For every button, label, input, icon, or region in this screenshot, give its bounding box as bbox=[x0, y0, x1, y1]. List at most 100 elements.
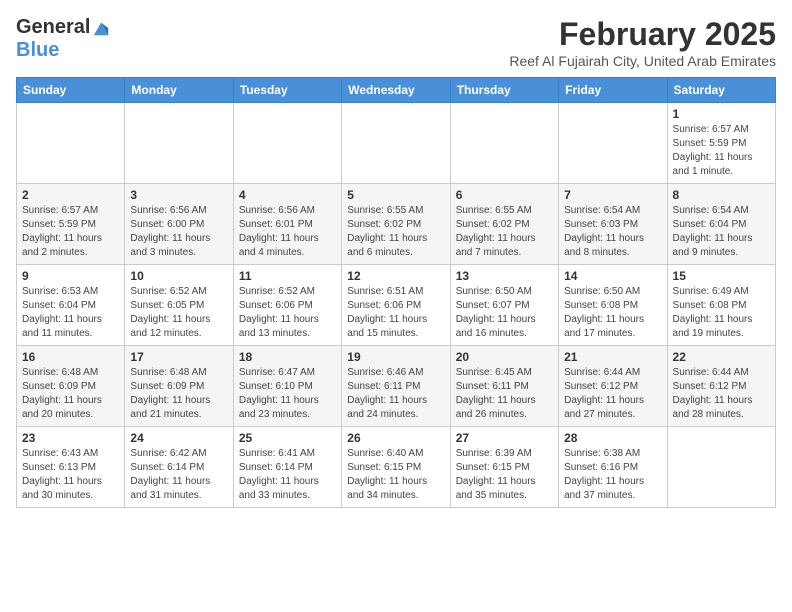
day-number: 24 bbox=[130, 431, 227, 445]
day-number: 13 bbox=[456, 269, 553, 283]
month-year: February 2025 bbox=[509, 16, 776, 53]
table-row: 20 Sunrise: 6:45 AM Sunset: 6:11 PM Dayli… bbox=[450, 346, 558, 427]
day-number: 28 bbox=[564, 431, 661, 445]
week-row-4: 16 Sunrise: 6:48 AM Sunset: 6:09 PM Dayli… bbox=[17, 346, 776, 427]
day-number: 22 bbox=[673, 350, 770, 364]
day-info: Sunrise: 6:44 AM Sunset: 6:12 PM Dayligh… bbox=[564, 366, 661, 422]
day-number: 5 bbox=[347, 188, 444, 202]
table-row: 16 Sunrise: 6:48 AM Sunset: 6:09 PM Dayli… bbox=[17, 346, 125, 427]
table-row bbox=[17, 103, 125, 184]
calendar-header-row: Sunday Monday Tuesday Wednesday Thursday… bbox=[17, 78, 776, 103]
table-row: 13 Sunrise: 6:50 AM Sunset: 6:07 PM Dayli… bbox=[450, 265, 558, 346]
day-info: Sunrise: 6:54 AM Sunset: 6:04 PM Dayligh… bbox=[673, 204, 770, 260]
day-number: 23 bbox=[22, 431, 119, 445]
table-row bbox=[125, 103, 233, 184]
table-row: 4 Sunrise: 6:56 AM Sunset: 6:01 PM Daylig… bbox=[233, 184, 341, 265]
day-info: Sunrise: 6:57 AM Sunset: 5:59 PM Dayligh… bbox=[22, 204, 119, 260]
day-number: 18 bbox=[239, 350, 336, 364]
day-number: 1 bbox=[673, 107, 770, 121]
table-row bbox=[342, 103, 450, 184]
table-row: 10 Sunrise: 6:52 AM Sunset: 6:05 PM Dayli… bbox=[125, 265, 233, 346]
table-row: 11Sunrise: 6:52 AM Sunset: 6:06 PM Dayli… bbox=[233, 265, 341, 346]
day-number: 16 bbox=[22, 350, 119, 364]
table-row: 8 Sunrise: 6:54 AM Sunset: 6:04 PM Daylig… bbox=[667, 184, 775, 265]
logo: General Blue bbox=[16, 16, 110, 62]
col-friday: Friday bbox=[559, 78, 667, 103]
day-info: Sunrise: 6:44 AM Sunset: 6:12 PM Dayligh… bbox=[673, 366, 770, 422]
day-number: 19 bbox=[347, 350, 444, 364]
logo-general-text: General bbox=[16, 16, 90, 39]
table-row: 17 Sunrise: 6:48 AM Sunset: 6:09 PM Dayli… bbox=[125, 346, 233, 427]
day-info: Sunrise: 6:52 AM Sunset: 6:05 PM Dayligh… bbox=[130, 285, 227, 341]
table-row: 27Sunrise: 6:39 AM Sunset: 6:15 PM Dayli… bbox=[450, 427, 558, 508]
day-info: Sunrise: 6:41 AM Sunset: 6:14 PM Dayligh… bbox=[239, 447, 336, 503]
logo-icon bbox=[92, 19, 110, 37]
day-info: Sunrise: 6:48 AM Sunset: 6:09 PM Dayligh… bbox=[22, 366, 119, 422]
day-number: 21 bbox=[564, 350, 661, 364]
table-row: 14 Sunrise: 6:50 AM Sunset: 6:08 PM Dayli… bbox=[559, 265, 667, 346]
day-number: 2 bbox=[22, 188, 119, 202]
day-info: Sunrise: 6:50 AM Sunset: 6:08 PM Dayligh… bbox=[564, 285, 661, 341]
logo-blue-text: Blue bbox=[16, 39, 59, 62]
col-monday: Monday bbox=[125, 78, 233, 103]
day-info: Sunrise: 6:55 AM Sunset: 6:02 PM Dayligh… bbox=[347, 204, 444, 260]
day-number: 26 bbox=[347, 431, 444, 445]
day-number: 25 bbox=[239, 431, 336, 445]
day-info: Sunrise: 6:55 AM Sunset: 6:02 PM Dayligh… bbox=[456, 204, 553, 260]
week-row-2: 2 Sunrise: 6:57 AM Sunset: 5:59 PM Daylig… bbox=[17, 184, 776, 265]
week-row-3: 9Sunrise: 6:53 AM Sunset: 6:04 PM Daylig… bbox=[17, 265, 776, 346]
day-number: 6 bbox=[456, 188, 553, 202]
day-info: Sunrise: 6:46 AM Sunset: 6:11 PM Dayligh… bbox=[347, 366, 444, 422]
table-row: 1Sunrise: 6:57 AM Sunset: 5:59 PM Daylig… bbox=[667, 103, 775, 184]
location: Reef Al Fujairah City, United Arab Emira… bbox=[509, 53, 776, 69]
day-info: Sunrise: 6:38 AM Sunset: 6:16 PM Dayligh… bbox=[564, 447, 661, 503]
table-row: 26Sunrise: 6:40 AM Sunset: 6:15 PM Dayli… bbox=[342, 427, 450, 508]
col-saturday: Saturday bbox=[667, 78, 775, 103]
table-row: 28 Sunrise: 6:38 AM Sunset: 6:16 PM Dayli… bbox=[559, 427, 667, 508]
table-row: 6 Sunrise: 6:55 AM Sunset: 6:02 PM Daylig… bbox=[450, 184, 558, 265]
table-row bbox=[450, 103, 558, 184]
day-info: Sunrise: 6:51 AM Sunset: 6:06 PM Dayligh… bbox=[347, 285, 444, 341]
day-number: 8 bbox=[673, 188, 770, 202]
table-row: 12 Sunrise: 6:51 AM Sunset: 6:06 PM Dayli… bbox=[342, 265, 450, 346]
col-tuesday: Tuesday bbox=[233, 78, 341, 103]
day-number: 3 bbox=[130, 188, 227, 202]
table-row: 23 Sunrise: 6:43 AM Sunset: 6:13 PM Dayli… bbox=[17, 427, 125, 508]
table-row bbox=[233, 103, 341, 184]
week-row-5: 23 Sunrise: 6:43 AM Sunset: 6:13 PM Dayli… bbox=[17, 427, 776, 508]
day-info: Sunrise: 6:50 AM Sunset: 6:07 PM Dayligh… bbox=[456, 285, 553, 341]
day-info: Sunrise: 6:54 AM Sunset: 6:03 PM Dayligh… bbox=[564, 204, 661, 260]
page-header: General Blue February 2025 Reef Al Fujai… bbox=[16, 16, 776, 69]
day-number: 14 bbox=[564, 269, 661, 283]
day-number: 4 bbox=[239, 188, 336, 202]
day-info: Sunrise: 6:48 AM Sunset: 6:09 PM Dayligh… bbox=[130, 366, 227, 422]
day-number: 11 bbox=[239, 269, 336, 283]
day-number: 12 bbox=[347, 269, 444, 283]
day-info: Sunrise: 6:43 AM Sunset: 6:13 PM Dayligh… bbox=[22, 447, 119, 503]
day-number: 10 bbox=[130, 269, 227, 283]
day-info: Sunrise: 6:42 AM Sunset: 6:14 PM Dayligh… bbox=[130, 447, 227, 503]
table-row: 2 Sunrise: 6:57 AM Sunset: 5:59 PM Daylig… bbox=[17, 184, 125, 265]
table-row: 15Sunrise: 6:49 AM Sunset: 6:08 PM Dayli… bbox=[667, 265, 775, 346]
table-row bbox=[559, 103, 667, 184]
table-row: 24 Sunrise: 6:42 AM Sunset: 6:14 PM Dayli… bbox=[125, 427, 233, 508]
table-row: 22 Sunrise: 6:44 AM Sunset: 6:12 PM Dayli… bbox=[667, 346, 775, 427]
day-number: 9 bbox=[22, 269, 119, 283]
table-row: 3 Sunrise: 6:56 AM Sunset: 6:00 PM Daylig… bbox=[125, 184, 233, 265]
table-row: 18 Sunrise: 6:47 AM Sunset: 6:10 PM Dayli… bbox=[233, 346, 341, 427]
day-number: 20 bbox=[456, 350, 553, 364]
week-row-1: 1Sunrise: 6:57 AM Sunset: 5:59 PM Daylig… bbox=[17, 103, 776, 184]
day-number: 27 bbox=[456, 431, 553, 445]
col-sunday: Sunday bbox=[17, 78, 125, 103]
header-right: February 2025 Reef Al Fujairah City, Uni… bbox=[509, 16, 776, 69]
day-info: Sunrise: 6:56 AM Sunset: 6:01 PM Dayligh… bbox=[239, 204, 336, 260]
table-row: 7Sunrise: 6:54 AM Sunset: 6:03 PM Daylig… bbox=[559, 184, 667, 265]
table-row: 25 Sunrise: 6:41 AM Sunset: 6:14 PM Dayli… bbox=[233, 427, 341, 508]
table-row: 19 Sunrise: 6:46 AM Sunset: 6:11 PM Dayli… bbox=[342, 346, 450, 427]
table-row: 9Sunrise: 6:53 AM Sunset: 6:04 PM Daylig… bbox=[17, 265, 125, 346]
day-info: Sunrise: 6:56 AM Sunset: 6:00 PM Dayligh… bbox=[130, 204, 227, 260]
day-number: 15 bbox=[673, 269, 770, 283]
day-number: 17 bbox=[130, 350, 227, 364]
day-info: Sunrise: 6:47 AM Sunset: 6:10 PM Dayligh… bbox=[239, 366, 336, 422]
day-info: Sunrise: 6:45 AM Sunset: 6:11 PM Dayligh… bbox=[456, 366, 553, 422]
